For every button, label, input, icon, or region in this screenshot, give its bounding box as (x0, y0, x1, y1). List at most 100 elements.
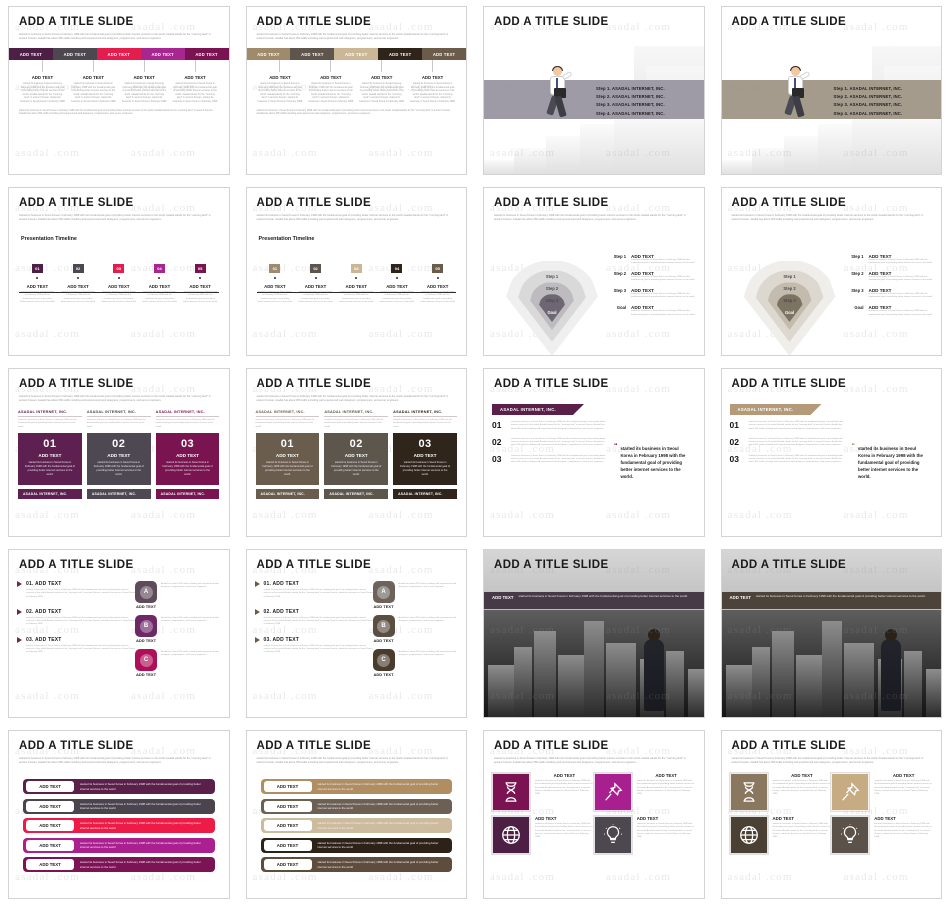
slide-cell-r5c3[interactable]: ADD A TITLE SLIDE started its business in… (475, 724, 713, 905)
slide-cell-r1c4[interactable]: ADD A TITLE SLIDE Step 1. ASADAL INTERNET… (713, 0, 950, 181)
slide-cell-r4c2[interactable]: ADD A TITLE SLIDE 01. ADD TEXT started its… (238, 543, 476, 724)
goal-step-row: Goal ADD TEXT started its business in Seou… (604, 305, 696, 317)
slide-cell-r3c4[interactable]: ADD A TITLE SLIDE ASADAL INTERNET, INC. 01… (713, 362, 950, 543)
step-item-4: Step 4. ASADAL INTERNET, INC. (596, 110, 665, 116)
slide-preview[interactable]: ADD A TITLE SLIDE ADD TEXT started its bus… (720, 549, 942, 718)
slide-preview[interactable]: ADD A TITLE SLIDE started its business in… (483, 730, 705, 899)
slide-cell-r2c3[interactable]: ADD A TITLE SLIDE started its business in… (475, 181, 713, 362)
goal-step-row: Step 3 ADD TEXT started its business in Se… (604, 288, 696, 300)
slide-cell-r4c1[interactable]: ADD A TITLE SLIDE 01. ADD TEXT started its… (0, 543, 238, 724)
slide-cell-r5c4[interactable]: ADD A TITLE SLIDE started its business in… (713, 724, 950, 905)
card-caption-body: started its business in Seoul Korea in F… (393, 419, 453, 428)
slide-preview[interactable]: ADD A TITLE SLIDE Step 1. ASADAL INTERNET… (483, 6, 705, 175)
goal-step-body: started its business in Seoul Korea in F… (631, 259, 695, 265)
letter-badge[interactable]: B (135, 615, 158, 637)
slide-preview[interactable]: ADD A TITLE SLIDE started its business in… (483, 187, 705, 356)
pill-row[interactable]: ADD TEXT started its business in Seoul Ko… (260, 779, 452, 795)
slide-cell-r5c1[interactable]: ADD A TITLE SLIDE started its business in… (0, 724, 238, 905)
slide-preview[interactable]: ADD A TITLE SLIDE 01. ADD TEXT started its… (245, 549, 467, 718)
pill-row[interactable]: ADD TEXT started its business in Seoul Ko… (260, 857, 452, 873)
lightbulb-icon[interactable] (593, 816, 632, 855)
slide-preview[interactable]: ADD A TITLE SLIDE started its business in… (720, 730, 942, 899)
list-number: 01 (729, 420, 739, 430)
slide-preview[interactable]: ADD A TITLE SLIDE started its business in… (8, 368, 230, 537)
letter-badge[interactable]: C (135, 649, 158, 671)
slide-cell-r3c2[interactable]: ADD A TITLE SLIDE started its business in… (238, 362, 476, 543)
badge-body: Asadal has about 350 staffs including we… (161, 617, 219, 623)
card-box[interactable]: 01 ADD TEXT started its business in Seoul … (255, 432, 320, 485)
ordered-list-item: 02. ADD TEXT started its business in Seou… (254, 608, 373, 627)
card-box[interactable]: 03 ADD TEXT started its business in Seoul … (155, 432, 220, 485)
slide-preview[interactable]: ADD A TITLE SLIDE ASADAL INTERNET, INC. 01… (720, 368, 942, 537)
letter-badge[interactable]: A (135, 581, 158, 603)
pill-row[interactable]: ADD TEXT started its business in Seoul Ko… (260, 798, 452, 814)
card-footer: ASADAL INTERNET, INC. (86, 488, 151, 499)
hourglass-icon[interactable] (492, 773, 530, 812)
tab-1[interactable]: ADD TEXT (246, 48, 291, 61)
tab-2[interactable]: ADD TEXT (52, 48, 97, 61)
slide-cell-r5c2[interactable]: ADD A TITLE SLIDE started its business in… (238, 724, 476, 905)
tab-5[interactable]: ADD TEXT (184, 48, 229, 61)
letter-badge[interactable]: B (372, 615, 395, 637)
icon-row: ADD TEXT started its business in Seoul Ko… (729, 816, 832, 855)
tab-4[interactable]: ADD TEXT (378, 48, 423, 61)
pushpin-icon[interactable] (593, 773, 632, 812)
card-item: ASADAL INTERNET, INC. started its busines… (324, 410, 389, 499)
pin-label-3: Step 3 (545, 298, 559, 303)
businessman-figure (881, 629, 901, 711)
tab-2[interactable]: ADD TEXT (290, 48, 335, 61)
globe-icon[interactable] (729, 816, 768, 855)
slide-preview[interactable]: ADD A TITLE SLIDE started its business in… (8, 730, 230, 899)
slide-cell-r2c4[interactable]: ADD A TITLE SLIDE started its business in… (713, 181, 950, 362)
slide-cell-r3c3[interactable]: ADD A TITLE SLIDE ASADAL INTERNET, INC. 01… (475, 362, 713, 543)
pill-row[interactable]: ADD TEXT started its business in Seoul Ko… (23, 798, 215, 814)
watermark-text: asadal .com (843, 328, 909, 340)
ordered-body: started its business in Seoul Korea in F… (263, 616, 373, 626)
tab-3[interactable]: ADD TEXT (96, 48, 141, 61)
slide-preview[interactable]: ADD A TITLE SLIDE ADD TEXT started its bus… (483, 549, 705, 718)
slide-preview[interactable]: ADD A TITLE SLIDE started its business in… (8, 187, 230, 356)
slide-cell-r1c2[interactable]: ADD A TITLE SLIDE started its business in… (238, 0, 476, 181)
card-heading: ADD TEXT (107, 452, 131, 458)
ordered-body: started its business in Seoul Korea in F… (263, 589, 373, 598)
slide-preview[interactable]: ADD A TITLE SLIDE 01. ADD TEXT started its… (8, 549, 230, 718)
letter-badge[interactable]: A (372, 581, 395, 603)
tab-1[interactable]: ADD TEXT (9, 48, 53, 61)
pill-row[interactable]: ADD TEXT started its business in Seoul Ko… (23, 857, 215, 873)
pill-row[interactable]: ADD TEXT started its business in Seoul Ko… (23, 837, 215, 853)
slide-preview[interactable]: ADD A TITLE SLIDE started its business in… (245, 187, 467, 356)
slide-preview[interactable]: ADD A TITLE SLIDE ASADAL INTERNET, INC. 01… (483, 368, 705, 537)
slide-cell-r4c3[interactable]: ADD A TITLE SLIDE ADD TEXT started its bus… (475, 543, 713, 724)
card-box[interactable]: 01 ADD TEXT started its business in Seoul … (18, 432, 82, 485)
letter-badge[interactable]: C (372, 649, 395, 671)
slide-preview[interactable]: ADD A TITLE SLIDE started its business in… (245, 6, 467, 175)
pill-row[interactable]: ADD TEXT started its business in Seoul Ko… (23, 779, 215, 795)
lightbulb-icon[interactable] (831, 816, 870, 855)
pill-row[interactable]: ADD TEXT started its business in Seoul Ko… (23, 818, 215, 834)
card-box[interactable]: 02 ADD TEXT started its business in Seoul … (86, 432, 151, 485)
slide-preview[interactable]: ADD A TITLE SLIDE started its business in… (245, 730, 467, 899)
globe-icon[interactable] (492, 816, 530, 855)
slide-cell-r1c1[interactable]: ADD A TITLE SLIDE started its business in… (0, 0, 238, 181)
card-box[interactable]: 02 ADD TEXT started its business in Seoul … (324, 432, 389, 485)
list-number: 03 (492, 453, 502, 464)
badge-letter: B (377, 619, 391, 633)
tab-4[interactable]: ADD TEXT (140, 48, 185, 61)
slide-preview[interactable]: ADD A TITLE SLIDE started its business in… (245, 368, 467, 537)
slide-cell-r2c2[interactable]: ADD A TITLE SLIDE started its business in… (238, 181, 476, 362)
tab-3[interactable]: ADD TEXT (334, 48, 379, 61)
hourglass-icon[interactable] (729, 773, 768, 812)
slide-preview[interactable]: ADD A TITLE SLIDE started its business in… (720, 187, 942, 356)
slide-cell-r1c3[interactable]: ADD A TITLE SLIDE Step 1. ASADAL INTERNET… (475, 0, 713, 181)
pushpin-icon[interactable] (831, 773, 870, 812)
pill-row[interactable]: ADD TEXT started its business in Seoul Ko… (260, 818, 452, 834)
step-item-3: Step 3. ASADAL INTERNET, INC. (596, 102, 665, 108)
slide-cell-r4c4[interactable]: ADD A TITLE SLIDE ADD TEXT started its bus… (713, 543, 950, 724)
slide-preview[interactable]: ADD A TITLE SLIDE started its business in… (8, 6, 230, 175)
slide-cell-r2c1[interactable]: ADD A TITLE SLIDE started its business in… (0, 181, 238, 362)
pill-row[interactable]: ADD TEXT started its business in Seoul Ko… (260, 837, 452, 853)
tab-5[interactable]: ADD TEXT (422, 48, 467, 61)
slide-cell-r3c1[interactable]: ADD A TITLE SLIDE started its business in… (0, 362, 238, 543)
slide-preview[interactable]: ADD A TITLE SLIDE Step 1. ASADAL INTERNET… (720, 6, 942, 175)
card-box[interactable]: 03 ADD TEXT started its business in Seoul … (393, 432, 457, 485)
